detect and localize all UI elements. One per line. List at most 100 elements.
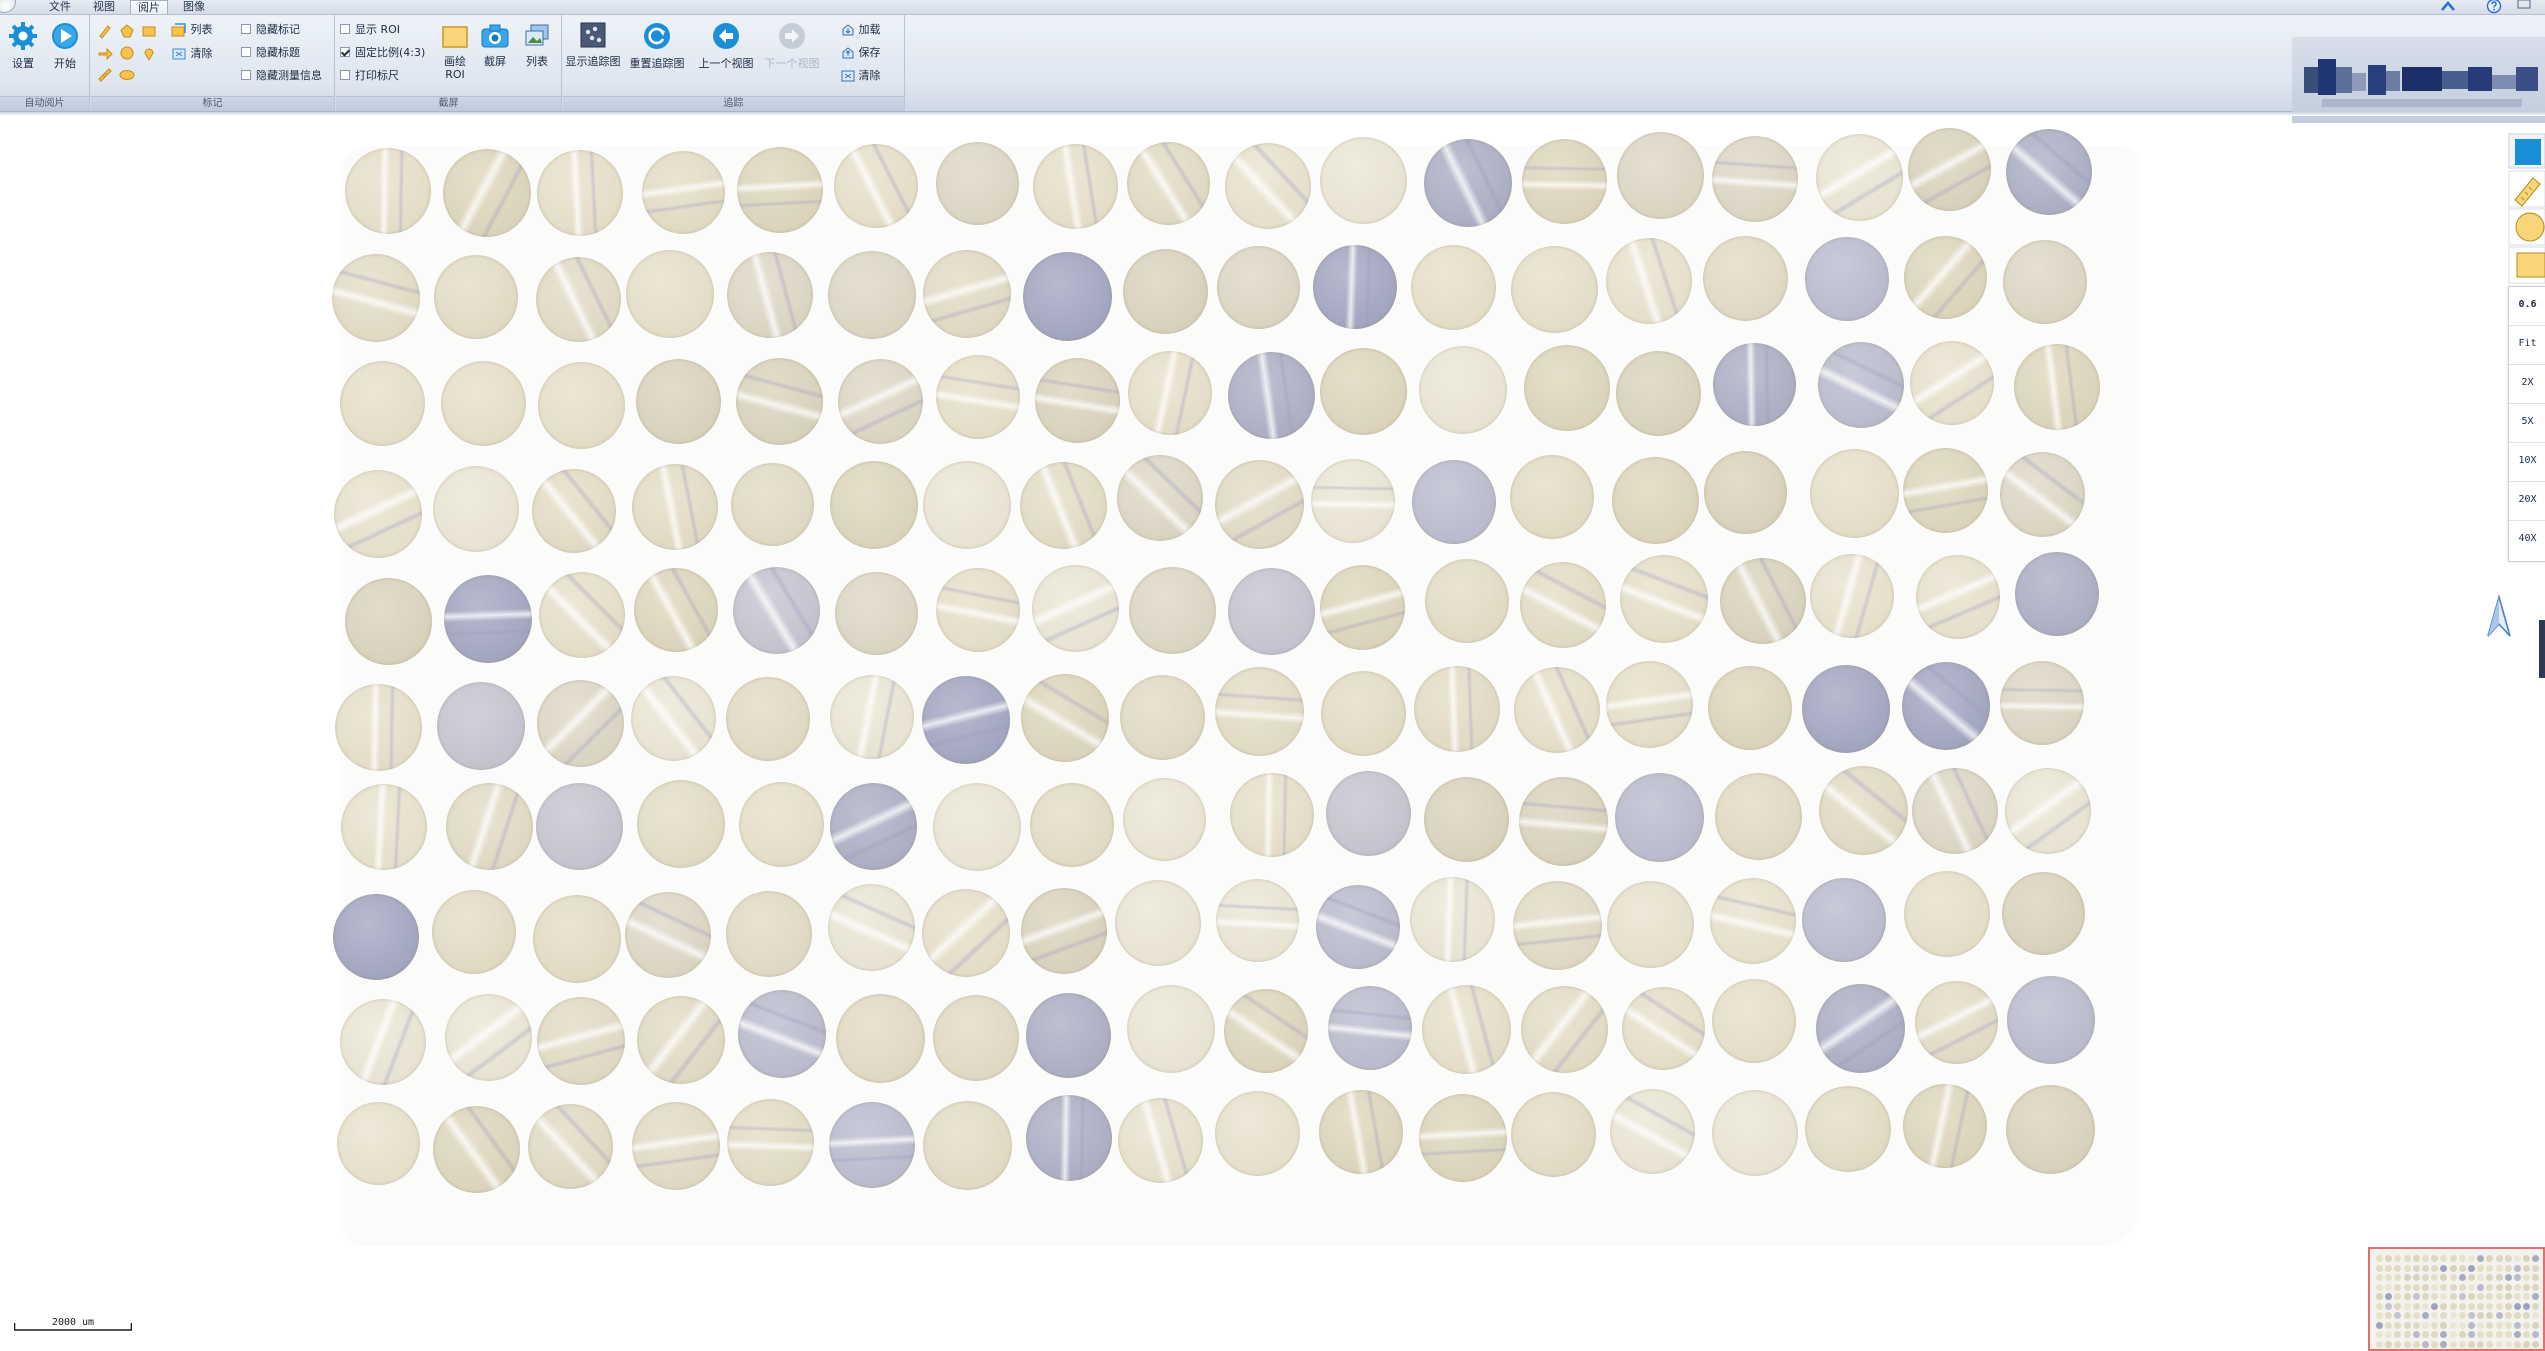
tissue-core[interactable] <box>835 572 918 655</box>
tissue-core[interactable] <box>626 250 714 339</box>
pen-tool-icon[interactable] <box>97 23 113 39</box>
rectangle-tool-icon[interactable] <box>2508 246 2545 284</box>
tissue-core[interactable] <box>829 1102 915 1188</box>
show-roi-check-box[interactable] <box>340 24 350 34</box>
tissue-core[interactable] <box>1606 238 1692 325</box>
tissue-core[interactable] <box>1802 665 1890 753</box>
tissue-core[interactable] <box>936 141 1019 225</box>
tissue-core[interactable] <box>434 254 518 339</box>
tissue-core[interactable] <box>1606 661 1693 749</box>
tissue-core[interactable] <box>1607 881 1694 969</box>
tissue-core[interactable] <box>1903 1083 1987 1168</box>
tissue-core[interactable] <box>533 894 621 983</box>
tissue-core[interactable] <box>1129 567 1216 655</box>
tissue-core[interactable] <box>1805 237 1889 321</box>
tissue-core[interactable] <box>1411 244 1496 330</box>
next-view-button[interactable]: 下一个视图 <box>761 21 823 70</box>
tissue-core[interactable] <box>1915 980 1998 1064</box>
tissue-core[interactable] <box>433 1105 520 1193</box>
tissue-core[interactable] <box>739 782 824 868</box>
tissue-core[interactable] <box>1117 455 1203 542</box>
tissue-core[interactable] <box>1425 558 1509 643</box>
tissue-core[interactable] <box>1228 352 1315 440</box>
tissue-core[interactable] <box>1033 143 1118 229</box>
tissue-core[interactable] <box>637 996 725 1085</box>
tissue-core[interactable] <box>432 889 516 974</box>
hide-title-checkbox[interactable]: 隐藏标题 <box>241 44 300 62</box>
tissue-core[interactable] <box>1520 561 1606 648</box>
tissue-core[interactable] <box>1120 675 1205 761</box>
tissue-core[interactable] <box>345 578 432 665</box>
tissue-core[interactable] <box>625 892 711 979</box>
tissue-core[interactable] <box>1510 454 1594 539</box>
tissue-core[interactable] <box>1032 564 1119 652</box>
tissue-core[interactable] <box>1123 249 1208 335</box>
tissue-core[interactable] <box>1228 568 1315 656</box>
tissue-core[interactable] <box>1225 143 1311 230</box>
tissue-core[interactable] <box>933 994 1019 1081</box>
hide-title-check-box[interactable] <box>241 47 251 57</box>
reset-track-button[interactable]: 重置追踪图 <box>627 21 687 70</box>
tissue-core[interactable] <box>1910 340 1994 425</box>
tissue-core[interactable] <box>1713 343 1796 427</box>
tissue-core[interactable] <box>2000 660 2084 745</box>
ruler-tool-icon[interactable] <box>2508 170 2545 208</box>
tissue-core[interactable] <box>1622 987 1705 1071</box>
help-icon[interactable] <box>2486 0 2502 14</box>
tissue-core[interactable] <box>1424 776 1509 862</box>
tissue-core[interactable] <box>726 677 810 762</box>
select-tool-icon[interactable] <box>2508 132 2545 170</box>
tissue-core[interactable] <box>936 567 1020 652</box>
zoom-10x-button[interactable]: 10X <box>2509 442 2545 479</box>
tab-file[interactable]: 文件 <box>44 0 76 14</box>
tissue-core[interactable] <box>2002 871 2085 955</box>
tissue-core[interactable] <box>828 251 916 339</box>
ellipse-mark-icon[interactable] <box>119 67 135 83</box>
tissue-core[interactable] <box>445 993 532 1081</box>
tissue-microarray-slide[interactable] <box>300 127 2180 1251</box>
tissue-core[interactable] <box>828 884 915 971</box>
slide-canvas[interactable] <box>0 116 2545 1351</box>
zoom-2x-button[interactable]: 2X <box>2509 364 2545 401</box>
tissue-core[interactable] <box>441 360 526 446</box>
tissue-core[interactable] <box>1424 138 1512 227</box>
tissue-core[interactable] <box>834 144 918 228</box>
tissue-core[interactable] <box>1020 461 1107 549</box>
tissue-core[interactable] <box>727 1099 814 1187</box>
prev-view-button[interactable]: 上一个视图 <box>695 21 757 70</box>
tissue-core[interactable] <box>1712 136 1798 223</box>
slide-overview-thumbnail[interactable] <box>2368 1247 2545 1351</box>
tissue-core[interactable] <box>1215 460 1304 550</box>
tissue-core[interactable] <box>2015 551 2099 636</box>
tissue-core[interactable] <box>1026 992 1111 1078</box>
mark-list-button[interactable]: 列表 <box>171 21 213 39</box>
tissue-core[interactable] <box>922 888 1010 977</box>
tissue-core[interactable] <box>446 782 533 870</box>
tissue-core[interactable] <box>631 676 716 762</box>
tissue-core[interactable] <box>532 468 616 553</box>
tissue-core[interactable] <box>1321 671 1406 756</box>
tissue-core[interactable] <box>634 568 718 653</box>
tissue-core[interactable] <box>632 1102 720 1191</box>
tissue-core[interactable] <box>1311 459 1395 543</box>
tissue-core[interactable] <box>345 148 431 234</box>
tissue-core[interactable] <box>1320 348 1407 435</box>
tissue-core[interactable] <box>1511 1091 1596 1177</box>
point-tool-icon[interactable] <box>141 45 157 61</box>
hide-mark-checkbox[interactable]: 隐藏标记 <box>241 21 300 39</box>
tissue-core[interactable] <box>1902 661 1990 750</box>
tissue-core[interactable] <box>528 1103 613 1189</box>
tissue-core[interactable] <box>1320 137 1407 224</box>
tissue-core[interactable] <box>1612 457 1699 545</box>
tissue-core[interactable] <box>537 996 625 1085</box>
tissue-core[interactable] <box>1703 236 1788 322</box>
tissue-core[interactable] <box>340 999 426 1085</box>
tissue-core[interactable] <box>1610 1089 1695 1175</box>
draw-roi-button[interactable]: 画绘 ROI <box>436 25 474 81</box>
panel-collapse-handle[interactable] <box>2539 620 2545 678</box>
zoom-20x-button[interactable]: 20X <box>2509 481 2545 518</box>
tab-view[interactable]: 视图 <box>88 0 120 14</box>
tissue-core[interactable] <box>1326 771 1411 856</box>
tissue-core[interactable] <box>1313 245 1397 329</box>
tissue-core[interactable] <box>1215 667 1304 757</box>
